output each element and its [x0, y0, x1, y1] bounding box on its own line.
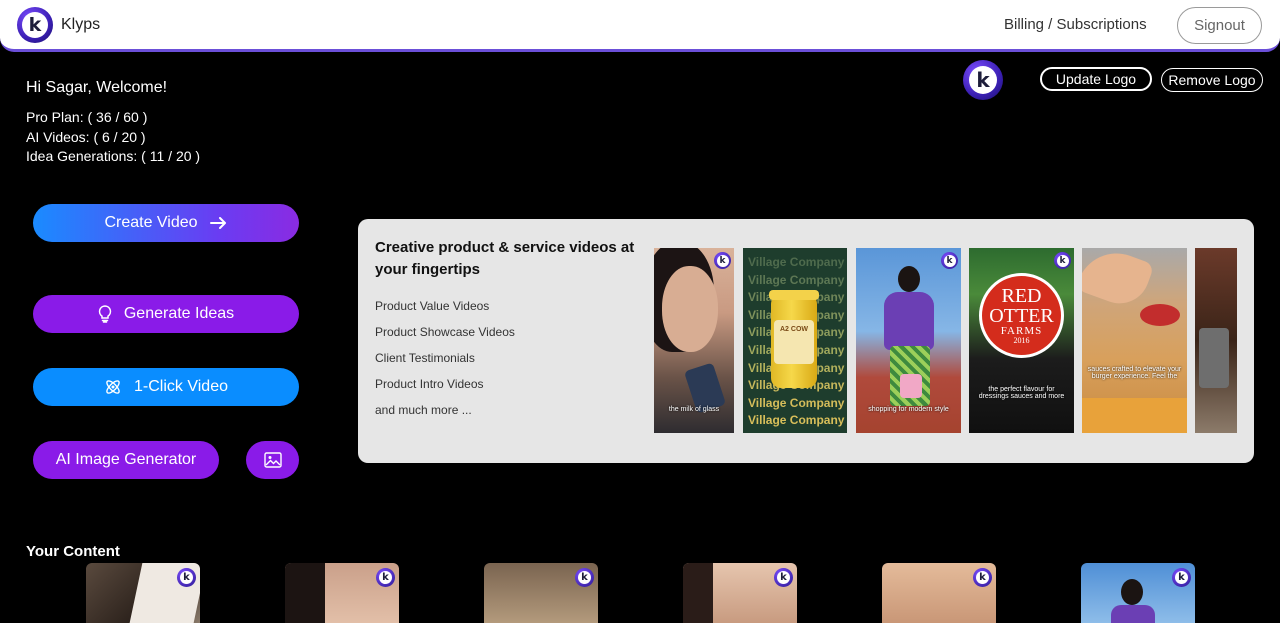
thumbnail-caption: shopping for modern style: [868, 406, 949, 413]
ai-image-generator-button[interactable]: AI Image Generator: [33, 441, 219, 479]
brand-text: Village Company: [748, 272, 845, 287]
brand-text: Village Company: [748, 395, 845, 410]
showcase-item: and much more ...: [375, 403, 472, 417]
klyps-badge-icon: k: [973, 568, 992, 587]
brand-text: Village Company: [748, 413, 845, 428]
sample-video-thumbnail[interactable]: RED OTTER FARMS 2016 k the perfect flavo…: [969, 248, 1074, 433]
user-logo-letter: k: [969, 66, 997, 94]
pro-plan-usage: Pro Plan: ( 36 / 60 ): [26, 109, 148, 125]
one-click-video-button[interactable]: 1-Click Video: [33, 368, 299, 406]
billing-subscriptions-link[interactable]: Billing / Subscriptions: [1004, 16, 1147, 33]
klyps-badge-icon: k: [1054, 252, 1071, 269]
user-logo: k: [963, 60, 1003, 100]
content-video-thumbnail[interactable]: k: [882, 563, 996, 623]
remove-logo-button[interactable]: Remove Logo: [1161, 68, 1263, 92]
generate-ideas-label: Generate Ideas: [123, 305, 235, 322]
brand[interactable]: k Klyps: [17, 7, 100, 43]
content-video-thumbnail[interactable]: k: [683, 563, 797, 623]
showcase-item: Client Testimonials: [375, 351, 475, 365]
klyps-badge-icon: k: [941, 252, 958, 269]
ghee-jar: A2 COW: [769, 290, 819, 388]
idea-generations-usage: Idea Generations: ( 11 / 20 ): [26, 148, 201, 164]
atom-icon: [106, 380, 120, 394]
logo-letter: k: [22, 12, 48, 38]
create-video-label: Create Video: [104, 214, 198, 231]
thumbnail-caption: the perfect flavour for dressings sauces…: [978, 386, 1065, 400]
lightbulb-icon: [98, 305, 112, 323]
content-video-thumbnail[interactable]: k: [484, 563, 598, 623]
klyps-badge-icon: k: [1172, 568, 1191, 587]
red-otter-farms-logo: RED OTTER FARMS 2016: [979, 273, 1064, 358]
showcase-item: Product Intro Videos: [375, 377, 484, 391]
image-icon: [263, 452, 282, 468]
generate-ideas-button[interactable]: Generate Ideas: [33, 295, 299, 333]
arrow-right-icon: [209, 217, 226, 229]
klyps-badge-icon: k: [376, 568, 395, 587]
signout-button[interactable]: Signout: [1177, 7, 1262, 44]
sample-video-thumbnail[interactable]: sauces crafted to elevate your burger ex…: [1082, 248, 1187, 433]
ai-image-generator-label: AI Image Generator: [55, 451, 197, 468]
content-video-thumbnail[interactable]: k: [1081, 563, 1195, 623]
klyps-logo-icon: k: [17, 7, 53, 43]
update-logo-button[interactable]: Update Logo: [1040, 67, 1152, 91]
showcase-item: Product Value Videos: [375, 299, 490, 313]
brand-name: Klyps: [61, 16, 101, 33]
klyps-badge-icon: k: [774, 568, 793, 587]
image-gallery-button[interactable]: [246, 441, 299, 479]
ai-videos-usage: AI Videos: ( 6 / 20 ): [26, 129, 146, 145]
klyps-badge-icon: k: [714, 252, 731, 269]
thumbnail-caption: sauces crafted to elevate your burger ex…: [1087, 366, 1182, 380]
create-video-button[interactable]: Create Video: [33, 204, 299, 242]
content-video-thumbnail[interactable]: k: [86, 563, 200, 623]
content-video-thumbnail[interactable]: k: [285, 563, 399, 623]
jar-label: A2 COW: [774, 320, 814, 364]
sample-video-thumbnail[interactable]: [1195, 248, 1237, 433]
your-content-title: Your Content: [26, 543, 120, 560]
showcase-title: Creative product & service videos at you…: [375, 239, 635, 278]
brand-text: Village Company: [748, 255, 845, 269]
sample-video-thumbnail[interactable]: k shopping for modern style: [856, 248, 961, 433]
top-navbar: k Klyps Billing / Subscriptions Signout: [0, 0, 1280, 52]
welcome-greeting: Hi Sagar, Welcome!: [26, 79, 168, 96]
sample-video-thumbnail[interactable]: k the milk of glass: [654, 248, 734, 433]
thumbnail-caption: the milk of glass: [668, 406, 720, 413]
showcase-item: Product Showcase Videos: [375, 325, 515, 339]
one-click-video-label: 1-Click Video: [134, 378, 228, 395]
klyps-badge-icon: k: [177, 568, 196, 587]
showcase-card: Creative product & service videos at you…: [358, 219, 1254, 463]
klyps-badge-icon: k: [575, 568, 594, 587]
sample-video-thumbnail[interactable]: Village Company Village Company Village …: [743, 248, 847, 433]
